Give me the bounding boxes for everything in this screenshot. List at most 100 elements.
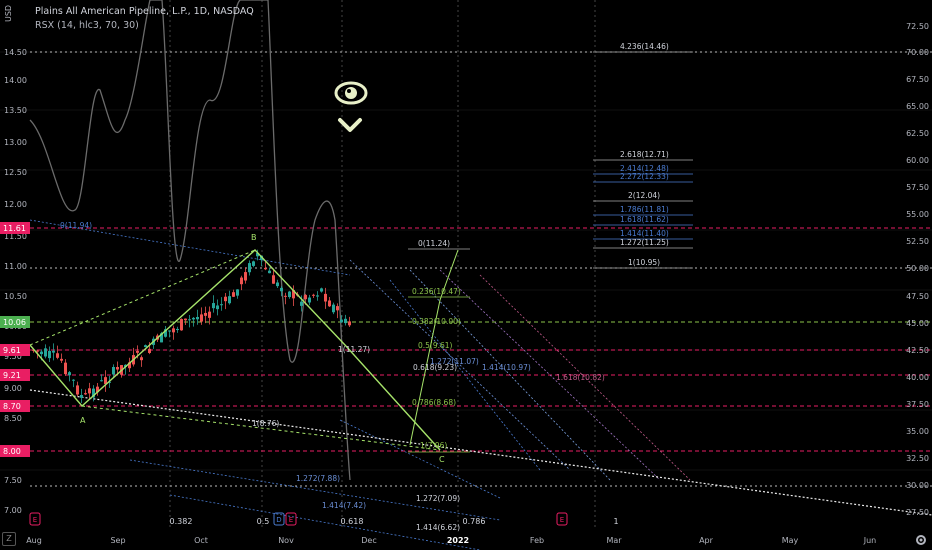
candle-body <box>304 294 307 300</box>
pattern-label-a: A <box>80 416 86 425</box>
fib-time-label: 0.382 <box>170 517 193 526</box>
candle-body <box>180 319 183 331</box>
candle-body <box>252 261 255 266</box>
fib-level-label: 2.272(12.33) <box>620 172 669 181</box>
candle-body <box>300 301 303 306</box>
fib-level-label: 1.272(7.09) <box>416 494 460 503</box>
fib-level-label: 1.272(7.88) <box>296 474 340 483</box>
candle-body <box>72 379 75 381</box>
candle-body <box>188 319 191 321</box>
price-level-lines <box>30 51 932 487</box>
candle-body <box>68 372 71 376</box>
price-marker-label: 9.21 <box>3 371 21 380</box>
fib-level-label: 2.618(12.71) <box>620 150 669 159</box>
fib-level-label: 0(11.24) <box>418 239 450 248</box>
time-axis-tick: Sep <box>110 536 125 545</box>
price-marker-label: 11.61 <box>3 224 26 233</box>
time-axis-tick: Jun <box>863 536 877 545</box>
candle-body <box>88 388 91 394</box>
candle-body <box>84 393 87 395</box>
fib-level-label: 0(11.94) <box>60 221 92 230</box>
candle-body <box>240 277 243 285</box>
candle-body <box>52 350 55 353</box>
candle-body <box>76 385 79 395</box>
right-axis-tick: 27.50 <box>906 508 929 517</box>
fib-level-label: 4.236(14.46) <box>620 42 669 51</box>
candlestick-series <box>32 249 351 404</box>
fib-time-label: 0.5 <box>257 517 270 526</box>
right-axis-tick: 60.00 <box>906 156 929 165</box>
left-axis-tick: 7.00 <box>4 506 22 515</box>
candle-body <box>100 380 103 382</box>
fib-level-label: 0.382(10.00) <box>412 317 461 326</box>
candle-body <box>196 316 199 320</box>
left-axis-tick: 13.50 <box>4 106 27 115</box>
candle-body <box>348 321 351 326</box>
fib-level-label: 1.414(11.40) <box>620 229 669 238</box>
trend-line <box>29 389 932 516</box>
right-axis-tick: 32.50 <box>906 454 929 463</box>
candle-body <box>268 270 271 274</box>
indicator-title[interactable]: RSX (14, hlc3, 70, 30) <box>35 20 139 31</box>
event-badge-label: E <box>33 516 37 524</box>
fib-time-label: 0.786 <box>463 517 486 526</box>
fib-level-label: 1.414(10.97) <box>482 363 531 372</box>
fib-level-label: 0.236(10.47) <box>412 287 461 296</box>
candle-body <box>212 303 215 309</box>
candle-body <box>192 317 195 320</box>
candle-body <box>264 267 267 270</box>
candle-body <box>56 353 59 358</box>
event-badges[interactable]: EDEE <box>29 512 568 526</box>
left-axis-tick: 12.00 <box>4 200 27 209</box>
candle-body <box>224 296 227 302</box>
candle-body <box>280 287 283 292</box>
left-axis-tick: 10.50 <box>4 292 27 301</box>
time-axis-tick: Oct <box>194 536 208 545</box>
fib-labels: 4.236(14.46)2.618(12.71)2.414(12.48)2.27… <box>60 42 669 532</box>
candle-body <box>236 289 239 296</box>
candle-body <box>340 319 343 323</box>
chart-title: Plains All American Pipeline, L.P., 1D, … <box>35 6 254 17</box>
right-axis-tick: 37.50 <box>906 400 929 409</box>
right-axis-tick: 72.50 <box>906 22 929 31</box>
time-axis-tick: Apr <box>699 536 714 545</box>
vertical-lines <box>169 0 596 530</box>
candle-body <box>332 304 335 313</box>
price-marker-label: 10.06 <box>3 318 26 327</box>
fib-level-label: 1.618(10.82) <box>556 373 605 382</box>
fib-level-label: 1.272(11.25) <box>620 238 669 247</box>
right-axis-tick: 57.50 <box>906 183 929 192</box>
right-axis-tick: 67.50 <box>906 75 929 84</box>
fib-level-label: 0.786(8.68) <box>412 398 456 407</box>
fib-level-label: 1(7.96) <box>420 441 447 450</box>
right-axis-tick: 40.00 <box>906 373 929 382</box>
fib-level-label: 2(12.04) <box>628 191 660 200</box>
fib-time-labels: 0.382 0.5 0.618 0.786 1 <box>170 517 619 526</box>
candle-body <box>220 304 223 306</box>
candle-body <box>184 318 187 321</box>
right-axis-tick: 47.50 <box>906 292 929 301</box>
price-marker-label: 9.61 <box>3 346 21 355</box>
fib-level-label: 1.414(6.62) <box>416 523 460 532</box>
eye-icon[interactable] <box>334 78 368 108</box>
time-axis-tick: Dec <box>361 536 376 545</box>
fib-level-label: 1.414(7.42) <box>322 501 366 510</box>
candle-body <box>148 348 151 353</box>
chart-canvas[interactable]: A B C 4.236(14.46)2.618(12.71)2.414(12.4… <box>0 0 932 550</box>
right-axis-tick: 62.50 <box>906 129 929 138</box>
zoom-button[interactable]: Z <box>2 532 16 546</box>
fib-level-label: 1(11.27) <box>338 345 370 354</box>
fib-level-label: 1(8.76) <box>252 419 279 428</box>
candle-body <box>140 357 143 361</box>
time-axis-tick: Aug <box>26 536 42 545</box>
left-axis-tick: 14.00 <box>4 76 27 85</box>
right-axis-tick: 35.00 <box>906 427 929 436</box>
chevron-down-icon[interactable] <box>336 114 364 136</box>
candle-body <box>144 345 147 348</box>
left-axis-tick: 7.50 <box>4 476 22 485</box>
candle-body <box>288 291 291 298</box>
left-axis-tick: 11.00 <box>4 262 27 271</box>
event-badge-label: D <box>276 516 281 524</box>
right-axis-tick: 65.00 <box>906 102 929 111</box>
gear-icon[interactable] <box>914 533 928 547</box>
